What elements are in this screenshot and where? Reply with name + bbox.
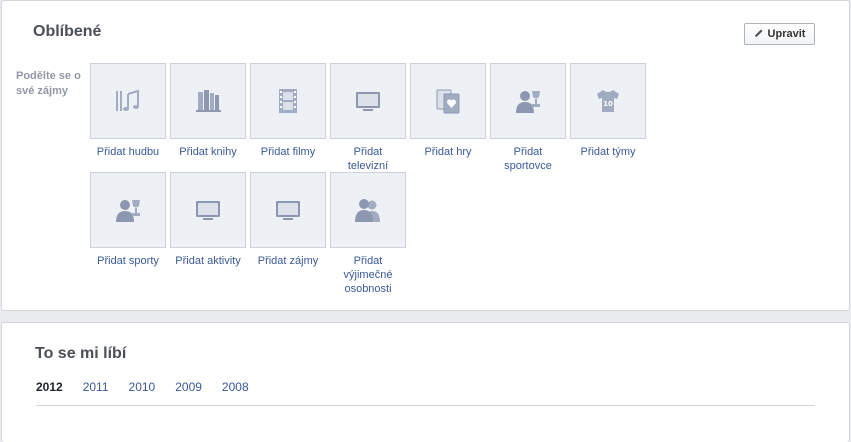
tv-icon — [250, 172, 326, 248]
year-tab-2012[interactable]: 2012 — [36, 380, 63, 394]
tile-label: Přidat knihy — [179, 146, 237, 158]
tile-label: Přidat filmy — [260, 146, 316, 158]
tile-label: Přidat týmy — [580, 146, 636, 158]
cards-icon — [410, 63, 486, 139]
edit-button[interactable]: Upravit — [744, 23, 815, 45]
tile-label: Přidat hry — [424, 146, 472, 158]
edit-button-label: Upravit — [767, 28, 806, 40]
svg-text:10: 10 — [603, 100, 613, 108]
tile-add-books[interactable]: Přidat knihy — [170, 63, 246, 159]
music-icon — [90, 63, 166, 139]
tile-add-music[interactable]: Přidat hudbu — [90, 63, 166, 159]
tile-label: Přidat sporty — [97, 255, 159, 267]
jersey-icon: 10 — [570, 63, 646, 139]
tile-label: Přidat sportovce — [504, 146, 552, 172]
athlete-icon — [490, 63, 566, 139]
year-tabs: 2012 2011 2010 2009 2008 — [36, 380, 249, 394]
likes-title: To se mi líbí — [35, 345, 127, 362]
pencil-icon — [754, 28, 764, 41]
year-tab-2008[interactable]: 2008 — [222, 380, 249, 394]
year-tab-2009[interactable]: 2009 — [175, 380, 202, 394]
tile-add-teams[interactable]: 10 Přidat týmy — [570, 63, 646, 159]
tile-add-notable-people[interactable]: Přidat výjimečné osobnosti — [330, 172, 406, 296]
tile-add-sports[interactable]: Přidat sporty — [90, 172, 166, 268]
year-tab-2010[interactable]: 2010 — [129, 380, 156, 394]
people-icon — [330, 172, 406, 248]
tile-add-athletes[interactable]: Přidat sportovce — [490, 63, 566, 173]
share-interests-label: Podělte se o své zájmy — [16, 70, 81, 97]
tile-add-films[interactable]: Přidat filmy — [250, 63, 326, 159]
tile-add-interests[interactable]: Přidat zájmy — [250, 172, 326, 268]
tv-icon — [330, 63, 406, 139]
tile-label: Přidat hudbu — [96, 146, 160, 158]
tile-add-tv-shows[interactable]: Přidat televizní pořady — [330, 63, 406, 187]
year-tab-2011[interactable]: 2011 — [83, 380, 109, 394]
divider — [36, 405, 815, 406]
tile-label: Přidat výjimečné osobnosti — [343, 255, 393, 295]
tile-label: Přidat aktivity — [175, 255, 241, 267]
books-icon — [170, 63, 246, 139]
tile-add-activities[interactable]: Přidat aktivity — [170, 172, 246, 268]
tile-add-games[interactable]: Přidat hry — [410, 63, 486, 159]
favorites-title: Oblíbené — [33, 23, 102, 40]
tv-icon — [170, 172, 246, 248]
sport-icon — [90, 172, 166, 248]
tile-label: Přidat zájmy — [257, 255, 319, 267]
film-icon — [250, 63, 326, 139]
